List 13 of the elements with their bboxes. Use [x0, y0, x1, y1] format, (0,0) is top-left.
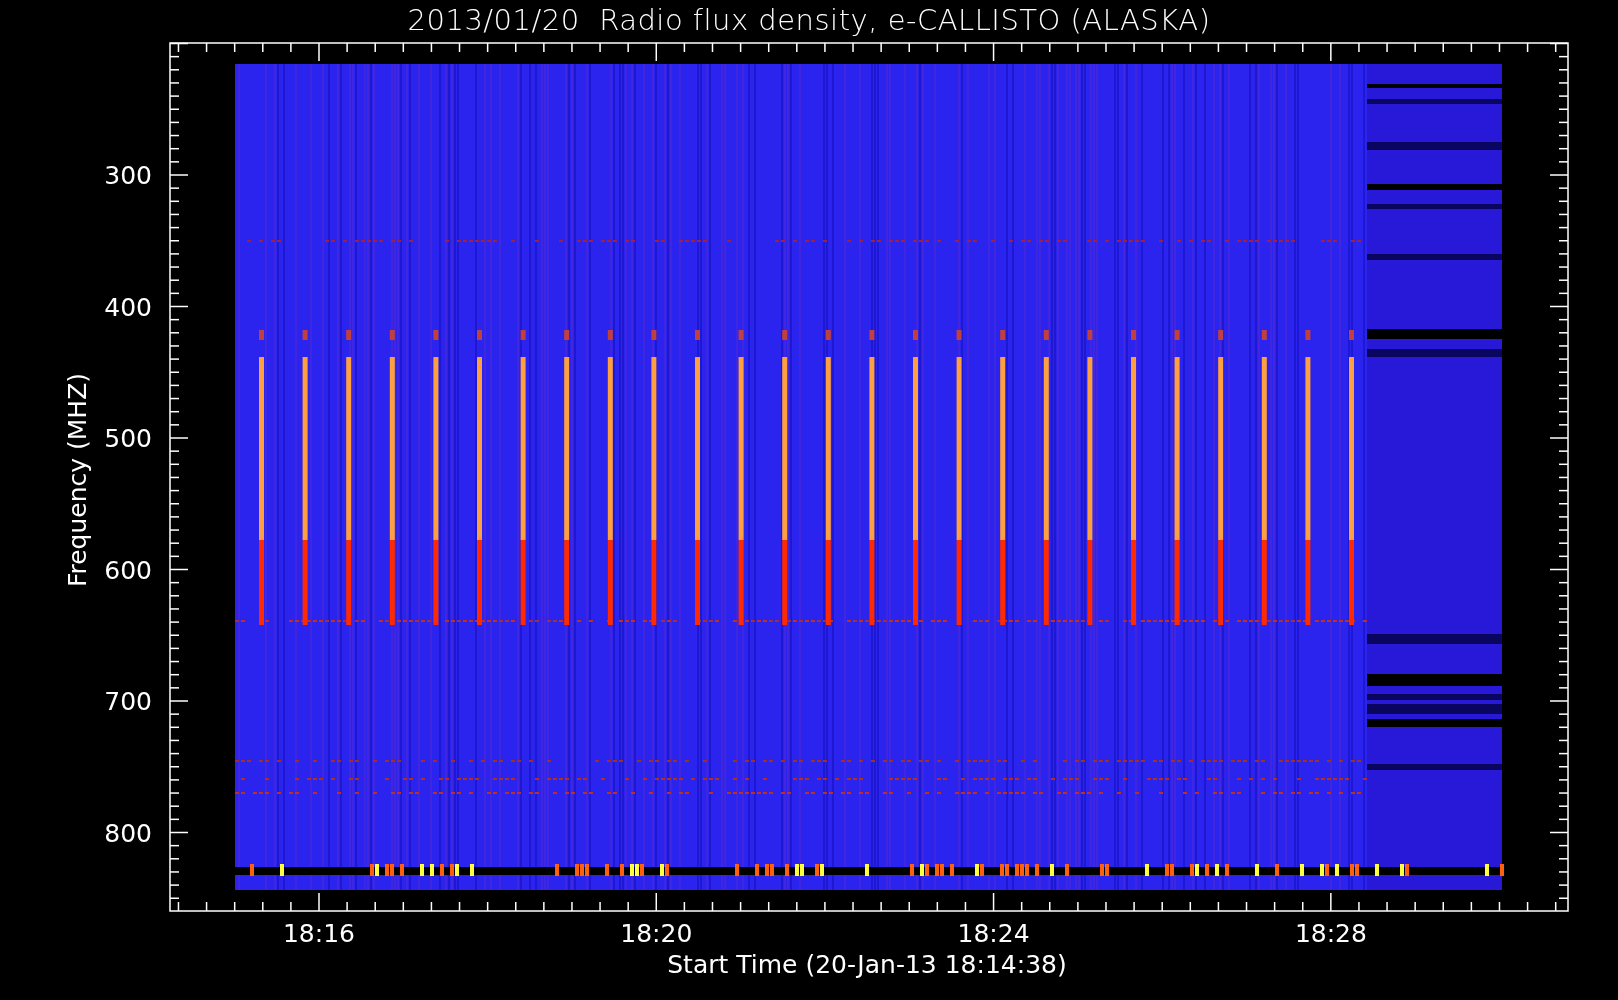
x-tick-label: 18:20	[620, 919, 693, 948]
y-tick-label: 600	[104, 555, 152, 585]
y-axis-label: Frequency (MHZ)	[63, 372, 92, 588]
chart-title: 2013/01/20 Radio flux density, e-CALLISTO (ALASKA)	[407, 2, 1211, 39]
x-axis-label: Start Time (20-Jan-13 18:14:38)	[667, 950, 1067, 979]
y-tick-label: 800	[104, 818, 152, 848]
x-tick-label: 18:24	[957, 919, 1030, 948]
y-tick-label: 700	[104, 687, 152, 716]
y-tick-label: 500	[104, 424, 152, 453]
y-tick-label: 400	[104, 292, 152, 322]
y-tick-label: 300	[104, 161, 152, 190]
x-tick-label: 18:28	[1294, 919, 1367, 948]
x-tick-label: 18:16	[283, 919, 355, 948]
